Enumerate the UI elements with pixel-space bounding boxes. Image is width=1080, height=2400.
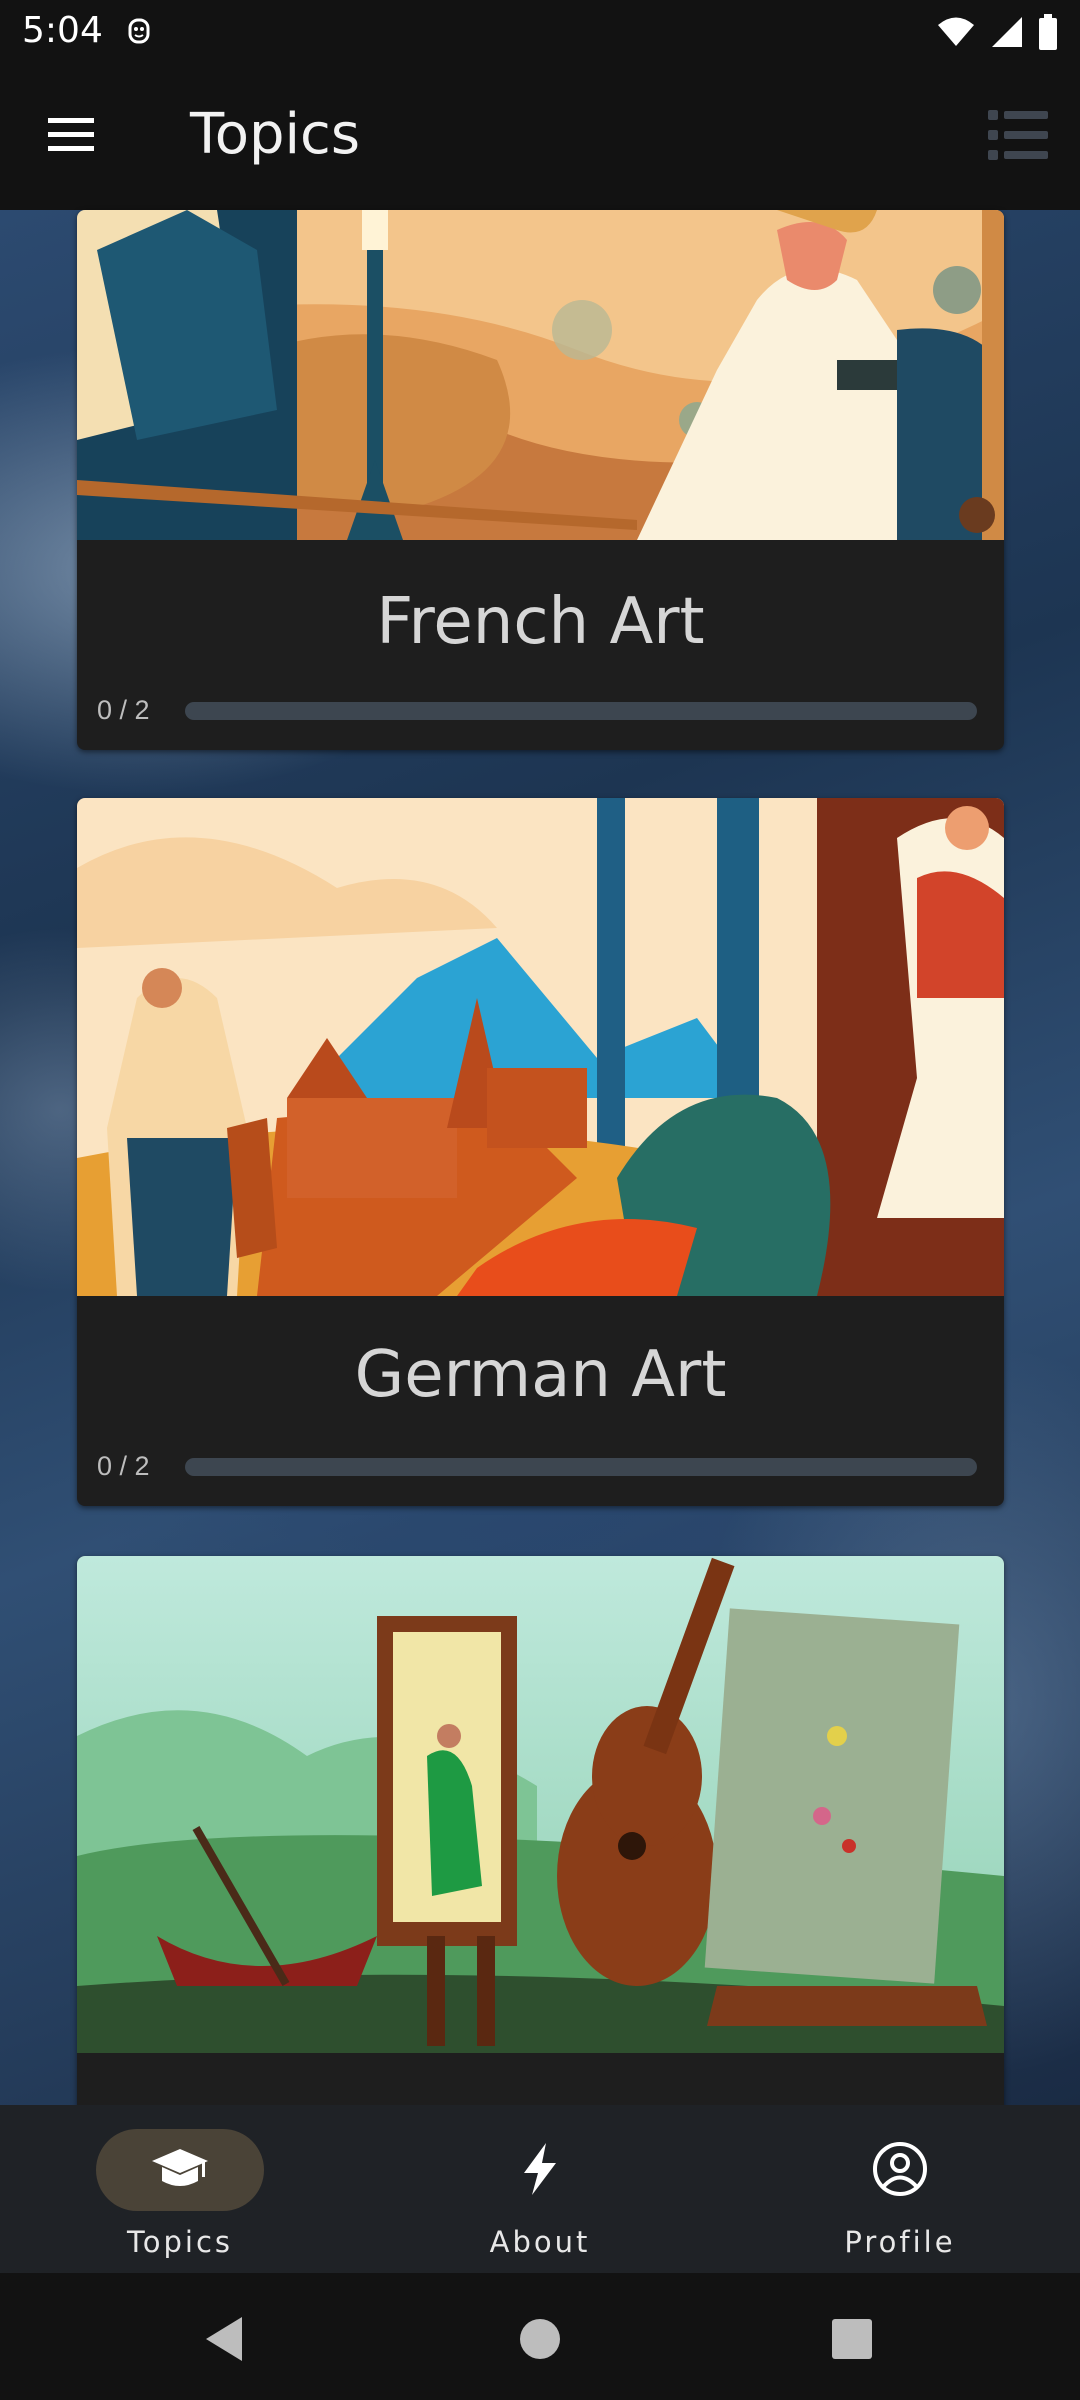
- topic-progress-bar: [185, 702, 977, 720]
- topic-image-3: [77, 1556, 1004, 2053]
- graduation-cap-icon: [152, 2149, 208, 2186]
- status-time: 5:04: [22, 10, 103, 51]
- back-icon[interactable]: [198, 2311, 254, 2367]
- face-id-icon: [128, 18, 150, 44]
- profile-circle-icon: [873, 2142, 927, 2196]
- topic-card-french-art[interactable]: French Art 0 / 2: [77, 210, 1004, 750]
- hamburger-menu-icon[interactable]: [44, 110, 96, 160]
- nav-label: Profile: [844, 2225, 956, 2259]
- page-title: Topics: [190, 102, 361, 167]
- battery-icon: [1039, 14, 1057, 50]
- nav-item-profile[interactable]: Profile: [792, 2125, 1032, 2265]
- nav-label: About: [489, 2225, 591, 2259]
- home-icon[interactable]: [512, 2311, 568, 2367]
- nav-item-topics[interactable]: Topics: [72, 2125, 312, 2265]
- topic-title: French Art: [376, 585, 705, 659]
- nav-label: Topics: [126, 2225, 234, 2259]
- app-bar: Topics: [0, 62, 1080, 210]
- topic-image-french-art: [77, 210, 1004, 540]
- topic-progress-count: 0 / 2: [97, 1451, 150, 1481]
- topic-card-3[interactable]: [77, 1556, 1004, 2116]
- lightning-bolt-icon: [524, 2143, 556, 2195]
- nav-item-about[interactable]: About: [432, 2125, 672, 2265]
- system-navigation-bar: [0, 2273, 1080, 2400]
- bottom-navigation: Topics About Profile: [0, 2105, 1080, 2273]
- topic-progress-bar: [185, 1458, 977, 1476]
- topic-title: German Art: [354, 1338, 727, 1412]
- topic-progress-count: 0 / 2: [97, 695, 150, 725]
- wifi-icon: [938, 17, 974, 46]
- topic-card-german-art[interactable]: German Art 0 / 2: [77, 798, 1004, 1506]
- signal-icon: [992, 17, 1022, 47]
- topic-image-german-art: [77, 798, 1004, 1296]
- recents-icon[interactable]: [824, 2311, 880, 2367]
- list-view-icon[interactable]: [986, 106, 1050, 164]
- status-bar: 5:04: [0, 0, 1080, 62]
